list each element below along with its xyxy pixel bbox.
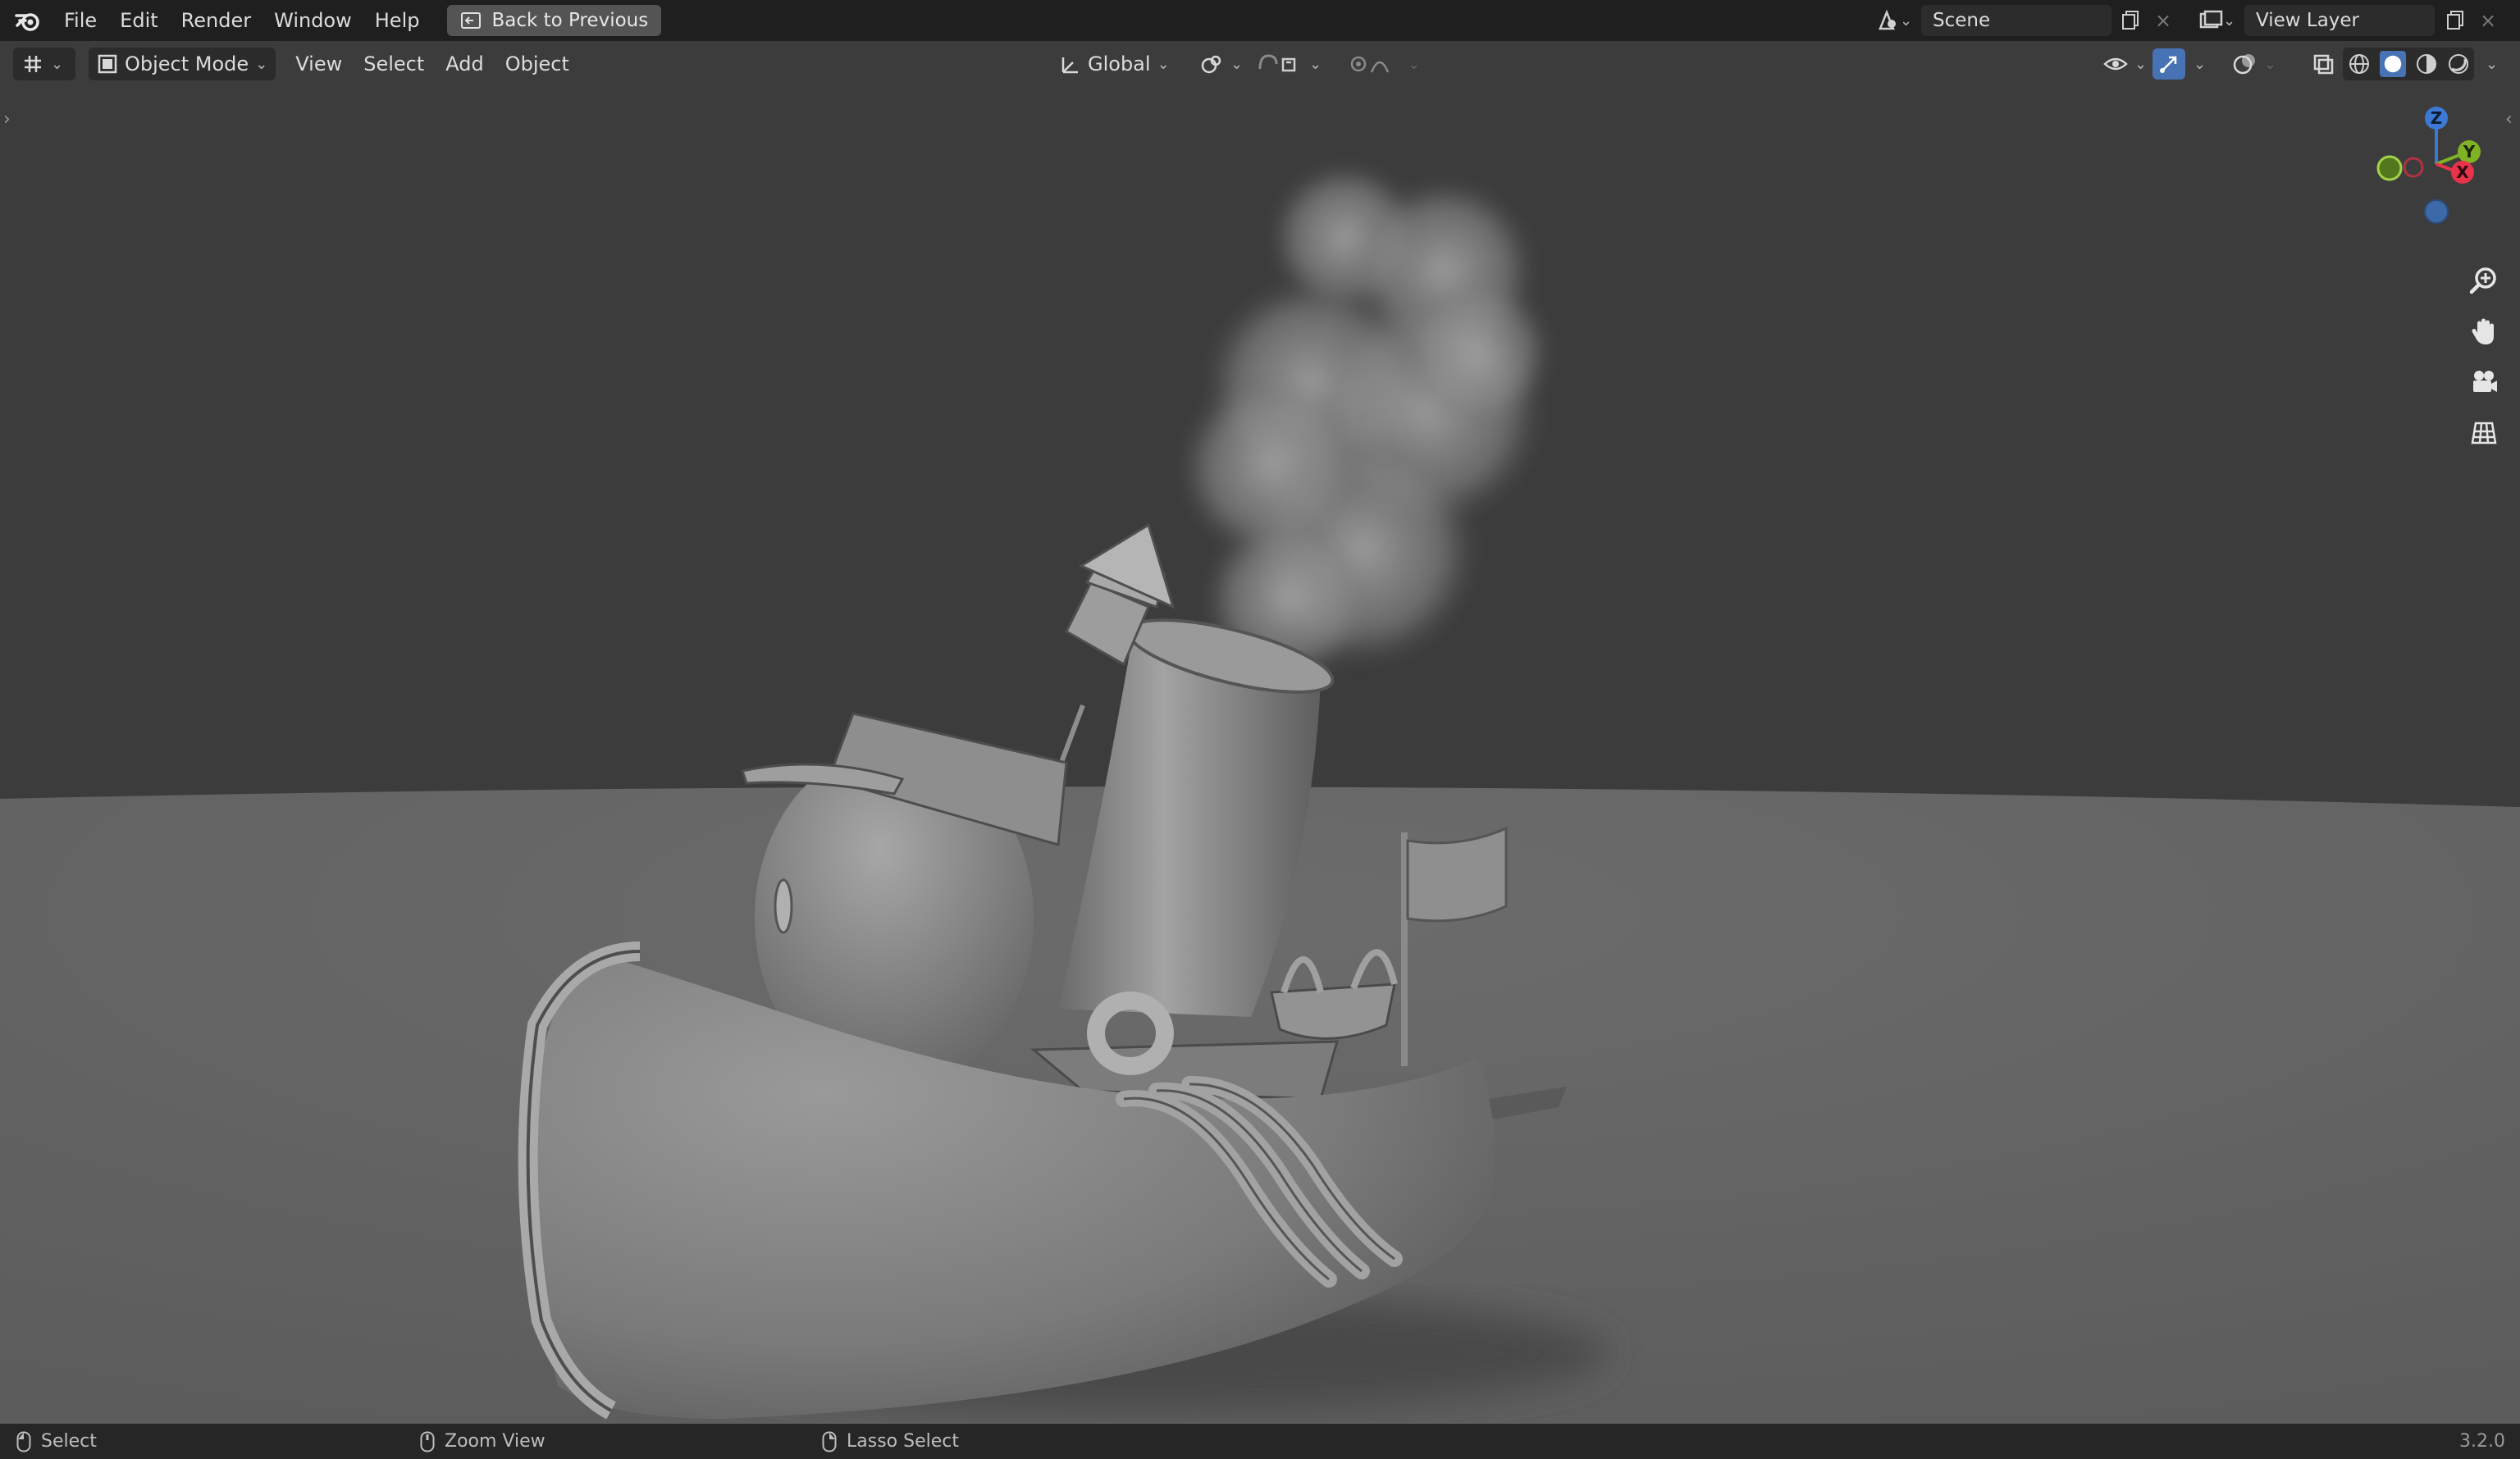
scene-name-field[interactable]: Scene [1921,5,2111,36]
svg-text:›: › [3,109,11,130]
material-icon[interactable] [2415,52,2438,75]
axis-neg-z [2424,199,2449,224]
object-mode-dropdown[interactable]: Object Mode ⌄ [89,48,276,80]
camera-view-button[interactable] [2461,359,2507,405]
rendered-icon[interactable] [2447,52,2470,75]
snap-dropdown[interactable]: ⌄ [1249,48,1330,80]
view-layer-name-field[interactable]: View Layer [2244,5,2435,36]
grid-icon [2471,422,2497,445]
overlay-icon [2233,52,2258,76]
transform-orientation-dropdown[interactable]: Global ⌄ [1050,48,1178,80]
status-bar: Select Zoom View Lasso Select 3.2.0 [0,1424,2520,1459]
menu-window[interactable]: Window [262,0,363,41]
close-view-layer-button[interactable]: × [2476,5,2500,36]
new-view-layer-button[interactable] [2441,5,2469,36]
snap-icon [1257,52,1303,75]
menu-file[interactable]: File [52,0,108,41]
menu-object[interactable]: Object [497,48,578,80]
shading-dropdown[interactable]: ⌄ [2477,48,2506,80]
menu-select[interactable]: Select [355,48,432,80]
xray-toggle-button[interactable] [2303,48,2343,80]
zoom-button[interactable] [2461,258,2507,303]
menu-edit[interactable]: Edit [108,0,169,41]
view-layer-name: View Layer [2256,10,2360,31]
mouse-icon [822,1431,837,1452]
chevron-down-icon: ⌄ [2194,55,2207,73]
mouse-icon [16,1431,31,1452]
chevron-down-icon: ⌄ [2486,55,2499,73]
status-zoom-label: Zoom View [445,1431,546,1452]
proportional-icon [1350,52,1401,75]
axis-neg-x [2403,157,2424,178]
object-mode-icon [97,53,118,75]
zoom-icon [2469,267,2496,294]
status-zoom: Zoom View [420,1431,546,1452]
close-scene-button[interactable]: × [2151,5,2175,36]
gizmo-dropdown[interactable]: ⌄ [2185,48,2214,80]
overlay-toggle-button[interactable]: ⌄ [2225,48,2285,80]
duplicate-icon [2447,11,2463,30]
viewport-header: ⌄ Object Mode ⌄ View Select Add Object G… [0,41,2520,87]
wireframe-icon[interactable] [2348,52,2371,75]
menu-help[interactable]: Help [363,0,431,41]
chevron-down-icon: ⌄ [1309,55,1322,73]
chevron-down-icon: ⌄ [51,55,64,73]
editor-type-icon [21,52,44,75]
axis-y-label: Y [2463,142,2476,162]
chevron-down-icon: ⌄ [1230,55,1244,73]
transform-orientation-label: Global [1088,52,1151,75]
menu-view[interactable]: View [287,48,350,80]
back-icon [460,11,482,30]
viewport-scene[interactable]: › ‹ [0,41,2520,1424]
menu-render[interactable]: Render [170,0,262,41]
chevron-down-icon: ⌄ [255,55,268,73]
pan-button[interactable] [2461,308,2507,354]
chevron-down-icon: ⌄ [1157,55,1170,73]
back-to-previous-label: Back to Previous [491,10,649,31]
pivot-icon [1199,52,1224,75]
top-bar: File Edit Render Window Help Back to Pre… [0,0,2520,41]
status-lasso-label: Lasso Select [847,1431,959,1452]
transform-icon [1058,52,1081,75]
chevron-down-icon: ⌄ [1408,55,1421,73]
3d-viewport[interactable]: › ‹ Z Y X [0,41,2520,1424]
version-label: 3.2.0 [2459,1431,2505,1452]
scene-name: Scene [1933,10,1991,31]
editor-type-button[interactable]: ⌄ [13,48,75,80]
back-to-previous-button[interactable]: Back to Previous [447,5,662,36]
status-select: Select [16,1431,97,1452]
axis-z-label: Z [2431,108,2443,128]
ortho-toggle-button[interactable] [2461,410,2507,456]
visibility-dropdown[interactable]: ⌄ [2095,48,2155,80]
xray-icon [2312,52,2335,75]
shading-mode-group [2343,48,2474,80]
menu-add[interactable]: Add [437,48,491,80]
scene-icon [1875,9,1900,32]
chevron-down-icon: ⌄ [2134,55,2148,73]
axis-x-label: X [2456,162,2469,182]
visibility-icon [2103,54,2128,74]
gizmo-toggle-button[interactable] [2152,48,2185,80]
duplicate-icon [2122,11,2139,30]
camera-icon [2473,371,2497,392]
chevron-down-icon: ⌄ [2264,55,2277,73]
mouse-icon [420,1431,435,1452]
blender-logo-icon[interactable] [11,4,44,37]
chevron-down-icon: ⌄ [2223,11,2236,30]
scene-browse-button[interactable]: ⌄ [1869,5,1921,36]
status-select-label: Select [41,1431,97,1452]
solid-icon[interactable] [2379,51,2406,77]
chevron-down-icon: ⌄ [1900,11,1913,30]
view-layer-icon [2198,10,2223,31]
object-mode-label: Object Mode [125,52,249,75]
view-layer-browse-button[interactable]: ⌄ [2192,5,2244,36]
hand-icon [2472,318,2494,344]
pivot-point-dropdown[interactable]: ⌄ [1191,48,1251,80]
proportional-editing-dropdown[interactable]: ⌄ [1342,48,1428,80]
navigation-gizmo[interactable]: Z Y X [2362,98,2510,230]
axis-neg-y [2376,155,2403,181]
gizmo-icon [2157,52,2180,75]
new-scene-button[interactable] [2116,5,2144,36]
status-lasso: Lasso Select [822,1431,959,1452]
